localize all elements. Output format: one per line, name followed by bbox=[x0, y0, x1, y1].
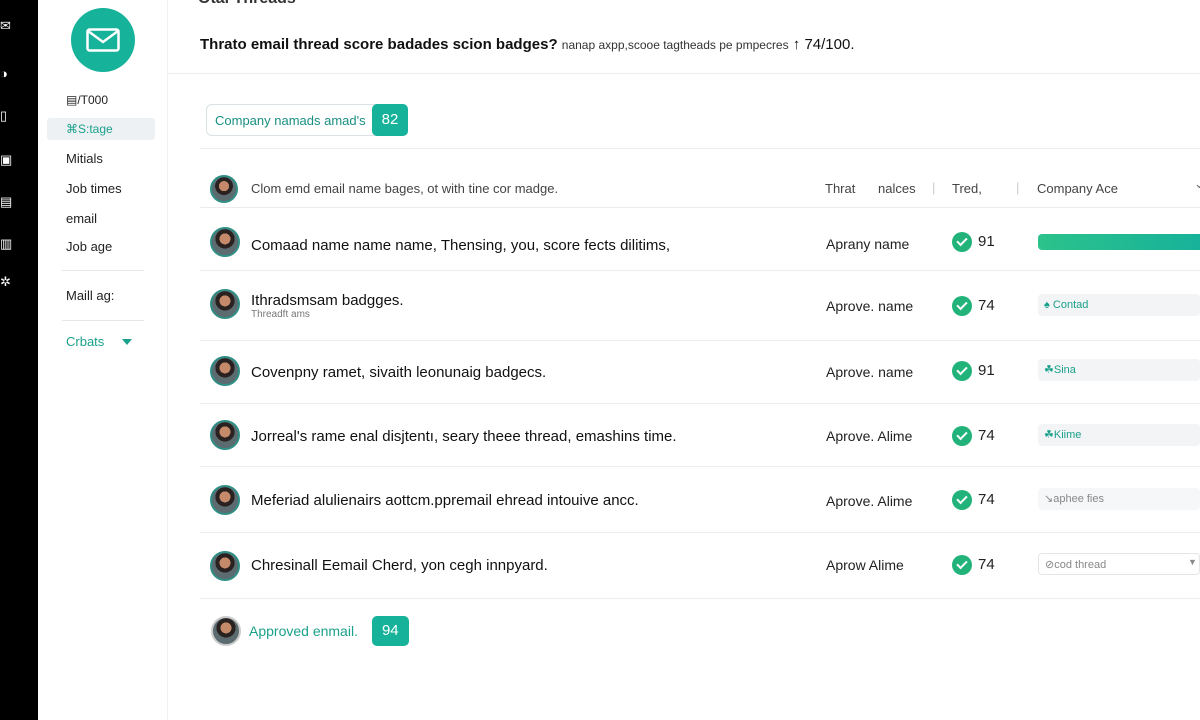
row-score: 74 bbox=[978, 491, 995, 508]
table-row[interactable]: Covenpny ramet, sivaith leonunaig badgec… bbox=[200, 341, 1200, 404]
sidebar-item-stage[interactable]: ⌘S:tage bbox=[47, 118, 155, 140]
sidebar-select-value: Crbats bbox=[66, 334, 105, 349]
row-title: Chresinall Eemail Cherd, yon cegh innpya… bbox=[251, 557, 548, 574]
circle-info-icon[interactable]: ◑ bbox=[0, 66, 14, 82]
sidebar-item-email[interactable]: email bbox=[47, 208, 155, 230]
row-name: Aprany name bbox=[826, 236, 910, 252]
table-row[interactable]: Jorreal's rame enal disjtentı, seary the… bbox=[200, 404, 1200, 467]
tray-icon[interactable]: ▤ bbox=[0, 194, 14, 210]
row-title: Jorreal's rame enal disjtentı, seary the… bbox=[251, 428, 677, 445]
description-separator: ↑ bbox=[792, 36, 805, 53]
table-row[interactable]: Meferiad alulienairs aottcm.ppremail ehr… bbox=[200, 467, 1200, 533]
sidebar-section-label: Maill ag: bbox=[66, 288, 115, 303]
table-row[interactable]: Comaad name name name, Thensing, you, sc… bbox=[200, 209, 1200, 271]
row-title: Comaad name name name, Thensing, you, sc… bbox=[251, 237, 671, 254]
check-icon bbox=[952, 426, 972, 446]
avatar bbox=[210, 175, 238, 203]
sidebar-select[interactable]: Crbats bbox=[66, 334, 133, 349]
column-header-tred[interactable]: Tred, bbox=[952, 181, 982, 196]
description-main: Thrato email thread score badades scion … bbox=[200, 36, 558, 53]
clipboard-icon[interactable]: ▥ bbox=[0, 236, 14, 252]
sidebar-item-job-times[interactable]: Job times bbox=[47, 178, 155, 200]
check-icon bbox=[952, 232, 972, 252]
approved-label: Approved enmail. bbox=[249, 623, 358, 639]
mail-icon[interactable]: ✉ bbox=[0, 18, 14, 34]
main-content: Otal Threads Thrato email thread score b… bbox=[168, 0, 1200, 720]
page-title: Otal Threads bbox=[198, 0, 296, 8]
check-icon bbox=[952, 555, 972, 575]
page-description: Thrato email thread score badades scion … bbox=[200, 36, 855, 53]
row-tag[interactable]: ☘Kiime bbox=[1038, 424, 1200, 446]
approved-score-badge: 94 bbox=[371, 616, 409, 646]
sidebar-divider bbox=[62, 270, 144, 271]
table-row[interactable]: Ithradsmsam badgges. Threadft ams Aprove… bbox=[200, 271, 1200, 341]
approved-summary[interactable]: Approved enmail. 94 bbox=[211, 616, 409, 646]
avatar bbox=[211, 616, 241, 646]
table-row[interactable]: Chresinall Eemail Cherd, yon cegh innpya… bbox=[200, 533, 1200, 599]
row-tag[interactable]: ↘aphee fies bbox=[1038, 488, 1200, 510]
sidebar-divider bbox=[62, 320, 144, 321]
page-header: Otal Threads Thrato email thread score b… bbox=[168, 0, 1200, 74]
avatar bbox=[210, 356, 240, 386]
sidebar-item-job-age[interactable]: Job age bbox=[47, 236, 155, 258]
row-name: Aprove. Alime bbox=[826, 428, 913, 444]
document-icon[interactable]: ▯ bbox=[0, 108, 14, 124]
gear-icon[interactable]: ✲ bbox=[0, 274, 14, 290]
filter-chip[interactable]: Company namads amad's 82 bbox=[206, 104, 409, 136]
column-divider: | bbox=[1016, 180, 1020, 195]
check-icon bbox=[952, 490, 972, 510]
filter-chip-score: 82 bbox=[371, 104, 409, 136]
check-icon bbox=[952, 296, 972, 316]
chevron-down-icon[interactable]: ⌄ bbox=[1194, 176, 1200, 192]
row-score: 74 bbox=[978, 427, 995, 444]
row-tag[interactable]: ☘Sina bbox=[1038, 359, 1200, 381]
description-ratio: 74/100. bbox=[804, 36, 855, 53]
sidebar: ▤/T000 ⌘S:tage Mitials Job times email J… bbox=[38, 0, 168, 720]
chevron-down-icon bbox=[122, 338, 133, 345]
column-header-threat[interactable]: Thrat bbox=[825, 181, 855, 196]
row-score: 91 bbox=[978, 233, 995, 250]
row-score: 74 bbox=[978, 297, 995, 314]
table-divider bbox=[200, 148, 1200, 149]
column-header-subject[interactable]: Clom emd email name bages, ot with tine … bbox=[251, 181, 558, 196]
row-name: Aprove. name bbox=[826, 364, 914, 380]
sidebar-item-mitials[interactable]: Mitials bbox=[47, 148, 155, 170]
row-tag-select[interactable]: ⊘cod thread bbox=[1038, 553, 1200, 575]
row-score: 91 bbox=[978, 362, 995, 379]
sidebar-counter: ▤/T000 bbox=[66, 93, 109, 107]
row-title: Covenpny ramet, sivaith leonunaig badgec… bbox=[251, 364, 547, 381]
row-title: Meferiad alulienairs aottcm.ppremail ehr… bbox=[251, 492, 639, 509]
table-header: Clom emd email name bages, ot with tine … bbox=[200, 168, 1200, 208]
chart-icon[interactable]: ▣ bbox=[0, 152, 14, 168]
avatar bbox=[210, 551, 240, 581]
check-icon bbox=[952, 361, 972, 381]
row-subtitle: Threadft ams bbox=[251, 309, 310, 320]
column-header-company[interactable]: Company Ace bbox=[1037, 181, 1118, 196]
row-title: Ithradsmsam badgges. bbox=[251, 292, 404, 309]
row-name: Aprove. name bbox=[826, 298, 914, 314]
mail-logo-icon bbox=[71, 8, 135, 72]
row-name: Aprow Alime bbox=[826, 557, 904, 573]
avatar bbox=[210, 485, 240, 515]
row-score: 74 bbox=[978, 556, 995, 573]
avatar bbox=[210, 227, 240, 257]
row-tag[interactable]: ♠ Contad bbox=[1038, 294, 1200, 316]
avatar bbox=[210, 420, 240, 450]
icon-rail: ✉ ◑ ▯ ▣ ▤ ▥ ✲ bbox=[0, 0, 38, 720]
filter-chip-label: Company namads amad's bbox=[215, 112, 366, 128]
column-divider: | bbox=[932, 180, 936, 195]
description-detail: nanap axpp,scooe tagtheads pe pmpecres bbox=[561, 38, 789, 52]
chevron-down-icon[interactable]: ▼ bbox=[1188, 557, 1197, 567]
row-name: Aprove. Alime bbox=[826, 493, 913, 509]
avatar bbox=[210, 289, 240, 319]
score-bar bbox=[1038, 234, 1200, 250]
column-header-values[interactable]: nalces bbox=[878, 181, 916, 196]
